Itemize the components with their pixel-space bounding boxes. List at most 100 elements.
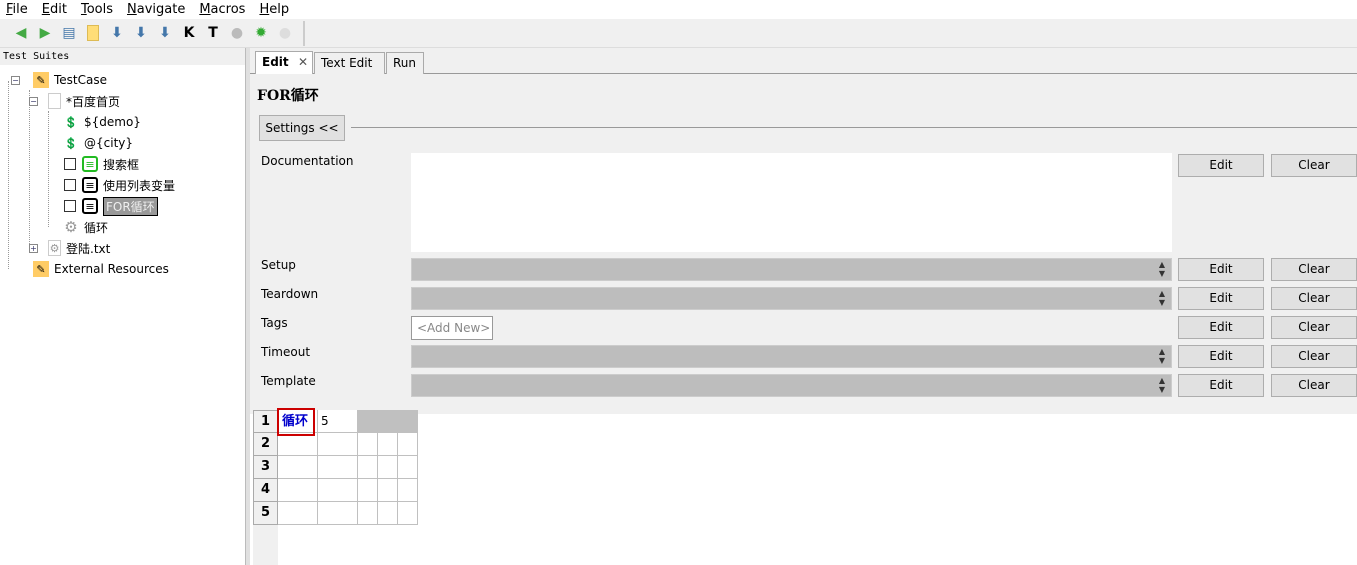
grid-cell[interactable] (398, 479, 418, 502)
row-header[interactable]: 3 (253, 456, 278, 479)
menu-tools[interactable]: Tools (81, 0, 113, 19)
open-icon[interactable]: ▤ (58, 22, 80, 44)
grid-cell[interactable]: 5 (321, 410, 329, 432)
grid-cell[interactable] (278, 479, 318, 502)
tags-edit-button[interactable]: Edit (1178, 316, 1264, 339)
setup-edit-button[interactable]: Edit (1178, 258, 1264, 281)
row-header[interactable]: 4 (253, 479, 278, 502)
tree-node-demo[interactable]: 💲 ${demo} (63, 112, 141, 132)
file-icon (48, 93, 61, 109)
grid-cell[interactable] (358, 502, 378, 525)
teardown-clear-button[interactable]: Clear (1271, 287, 1357, 310)
checkbox[interactable] (64, 179, 76, 191)
documentation-clear-button[interactable]: Clear (1271, 154, 1357, 177)
tree-node-loop-keyword[interactable]: ⚙ 循环 (63, 217, 108, 237)
grid-cell[interactable] (318, 502, 358, 525)
documentation-label: Documentation (261, 154, 354, 168)
grid-cell[interactable] (358, 456, 378, 479)
spin-icon[interactable]: ▲ ▼ (1155, 347, 1169, 365)
checkbox[interactable] (64, 158, 76, 170)
row-header[interactable]: 1 (253, 410, 278, 433)
collapse-toggle[interactable]: − (29, 97, 38, 106)
grid-cell[interactable] (398, 502, 418, 525)
setup-field[interactable]: ▲ ▼ (411, 258, 1172, 281)
grid-cell[interactable] (378, 410, 398, 433)
template-edit-button[interactable]: Edit (1178, 374, 1264, 397)
folder-icon[interactable] (82, 22, 104, 44)
checkbox[interactable] (64, 200, 76, 212)
teardown-edit-button[interactable]: Edit (1178, 287, 1264, 310)
row-header[interactable]: 5 (253, 502, 278, 525)
tree-node-testcase[interactable]: ✎ TestCase (33, 70, 107, 90)
grid-cell-selected[interactable]: 循环 (277, 408, 315, 436)
tree-node-external-resources[interactable]: ✎ External Resources (33, 259, 169, 279)
setup-label: Setup (261, 258, 296, 272)
forward-icon[interactable]: ▶ (34, 22, 56, 44)
grid-cell[interactable] (358, 433, 378, 456)
spin-icon[interactable]: ▲ ▼ (1155, 260, 1169, 278)
node-label: 搜索框 (103, 157, 140, 172)
expand-toggle[interactable]: + (29, 244, 38, 253)
search-keywords-icon[interactable]: K (178, 22, 200, 44)
row-header[interactable]: 2 (253, 433, 278, 456)
debug-icon[interactable]: ✹ (250, 22, 272, 44)
run-icon[interactable]: ● (226, 22, 248, 44)
grid-cell[interactable] (378, 456, 398, 479)
spin-icon[interactable]: ▲ ▼ (1155, 289, 1169, 307)
grid-cell[interactable] (378, 502, 398, 525)
grid-cell[interactable] (398, 456, 418, 479)
grid-cell[interactable] (278, 502, 318, 525)
search-tests-icon[interactable]: T (202, 22, 224, 44)
collapse-toggle[interactable]: − (11, 76, 20, 85)
timeout-field[interactable]: ▲ ▼ (411, 345, 1172, 368)
menu-file[interactable]: File (6, 0, 28, 19)
testcase-icon: ≡ (82, 156, 98, 172)
teardown-field[interactable]: ▲ ▼ (411, 287, 1172, 310)
tags-clear-button[interactable]: Clear (1271, 316, 1357, 339)
grid-cell[interactable] (398, 410, 418, 433)
documentation-field[interactable] (411, 153, 1172, 252)
menu-macros[interactable]: Macros (199, 0, 245, 19)
grid-cell[interactable] (278, 433, 318, 456)
teardown-label: Teardown (261, 287, 319, 301)
save-all-icon[interactable]: ⬇ (130, 22, 152, 44)
timeout-clear-button[interactable]: Clear (1271, 345, 1357, 368)
tree-node-for-loop[interactable]: ≡ FOR循环 (64, 196, 158, 216)
testcase-icon: ≡ (82, 177, 98, 193)
spin-icon[interactable]: ▲ ▼ (1155, 376, 1169, 394)
grid-cell[interactable] (398, 433, 418, 456)
menu-help[interactable]: Help (259, 0, 289, 19)
close-icon[interactable]: ✕ (298, 52, 308, 72)
tab-run[interactable]: Run (386, 52, 424, 74)
tree-node-login-txt[interactable]: ⚙ 登陆.txt (48, 238, 110, 258)
settings-toggle-button[interactable]: Settings << (259, 115, 345, 141)
menu-navigate[interactable]: Navigate (127, 0, 185, 19)
tab-text-edit[interactable]: Text Edit (314, 52, 385, 74)
tree-node-list-variable[interactable]: ≡ 使用列表变量 (64, 175, 175, 195)
save-as-icon[interactable]: ⬇ (154, 22, 176, 44)
grid-cell[interactable] (278, 456, 318, 479)
menu-edit[interactable]: Edit (42, 0, 67, 19)
setup-clear-button[interactable]: Clear (1271, 258, 1357, 281)
tab-bar: Edit ✕ Text Edit Run (250, 48, 1357, 75)
tree-node-search-box[interactable]: ≡ 搜索框 (64, 154, 139, 174)
back-icon[interactable]: ◀ (10, 22, 32, 44)
save-icon[interactable]: ⬇ (106, 22, 128, 44)
template-field[interactable]: ▲ ▼ (411, 374, 1172, 397)
grid-cell[interactable] (318, 433, 358, 456)
add-tag-input[interactable]: <Add New> (411, 316, 493, 340)
grid-cell[interactable] (378, 433, 398, 456)
timeout-edit-button[interactable]: Edit (1178, 345, 1264, 368)
grid-cell[interactable] (318, 479, 358, 502)
grid-cell[interactable] (358, 410, 378, 433)
tab-edit[interactable]: Edit ✕ (255, 51, 313, 75)
grid-cell[interactable] (318, 456, 358, 479)
documentation-edit-button[interactable]: Edit (1178, 154, 1264, 177)
tree-node-city[interactable]: 💲 @{city} (63, 133, 133, 153)
suite-icon: ✎ (33, 261, 49, 277)
stop-icon[interactable]: ● (274, 22, 296, 44)
tree-node-baidu[interactable]: *百度首页 (48, 91, 120, 111)
grid-cell[interactable] (378, 479, 398, 502)
template-clear-button[interactable]: Clear (1271, 374, 1357, 397)
grid-cell[interactable] (358, 479, 378, 502)
